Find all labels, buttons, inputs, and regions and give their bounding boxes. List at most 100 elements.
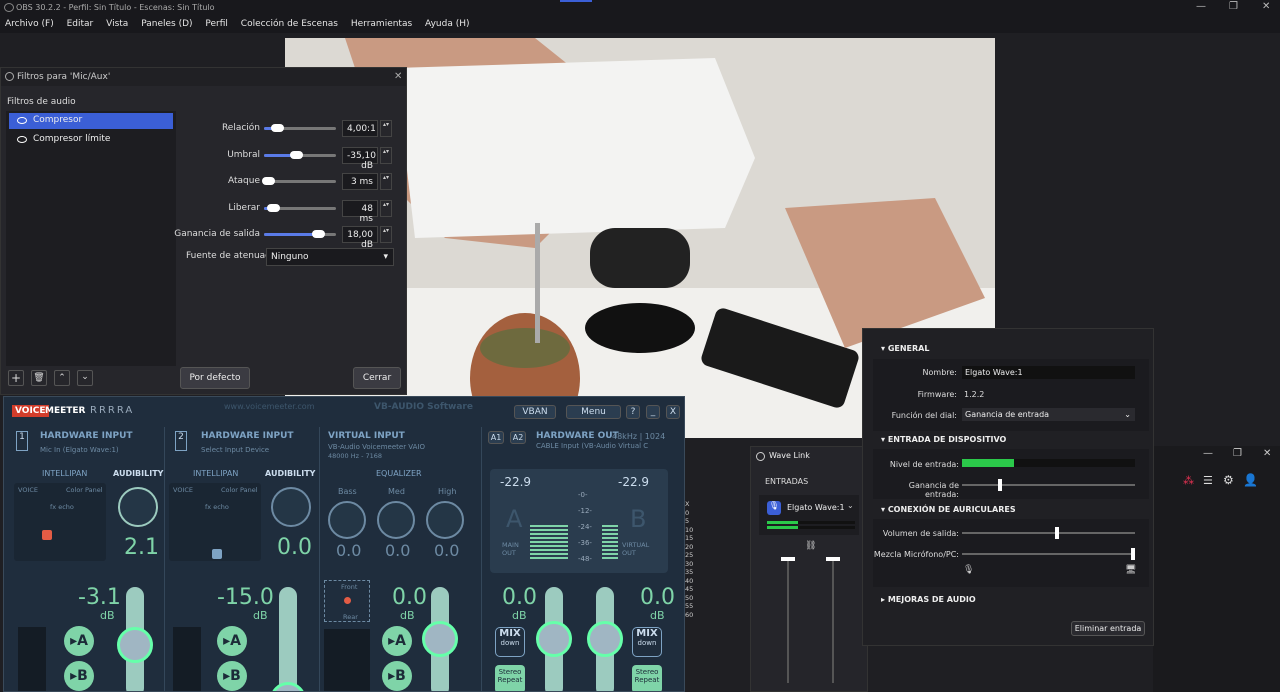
dial-function-select[interactable]: Ganancia de entrada ⌄ [962, 408, 1135, 421]
add-icon[interactable]: + [8, 370, 24, 386]
param-value[interactable]: 4,00:1 [342, 120, 378, 137]
strip-number[interactable]: 1 [16, 431, 28, 451]
slider-handle[interactable] [781, 557, 795, 561]
hwout-device[interactable]: CABLE Input (VB-Audio Virtual C [536, 442, 648, 450]
spin-arrows-icon[interactable]: ▴▾ [380, 226, 392, 243]
slider-handle[interactable] [290, 150, 304, 159]
menu-paneles[interactable]: Paneles (D) [136, 15, 197, 33]
high-knob[interactable] [426, 501, 464, 539]
chevron-up-icon[interactable]: ⌃ [54, 370, 70, 386]
bus-a-button[interactable]: ▸A [382, 626, 412, 656]
slider-handle[interactable] [312, 230, 325, 238]
audio-enhancements-section[interactable]: ▸ MEJORAS DE AUDIO [881, 595, 976, 604]
user-icon[interactable]: 👤 [1243, 473, 1258, 487]
strip-device[interactable]: Mic In (Elgato Wave:1) [40, 446, 119, 454]
param-slider[interactable] [261, 177, 336, 185]
input-channel[interactable]: 🎙 Elgato Wave:1 ⌄ [759, 495, 859, 535]
spin-arrows-icon[interactable]: ▴▾ [380, 199, 392, 217]
spin-arrows-icon[interactable]: ▴▾ [380, 173, 392, 190]
trash-icon[interactable]: 🗑 [31, 370, 47, 386]
param-slider[interactable] [264, 230, 336, 238]
param-slider[interactable] [264, 124, 336, 132]
minimize-button[interactable]: — [1196, 1, 1206, 12]
close-button[interactable]: X [666, 405, 680, 419]
headphones-section[interactable]: ▾ CONEXIÓN DE AURICULARES [881, 505, 1016, 514]
stereo-repeat-b-button[interactable]: Stereo Repeat [632, 665, 662, 691]
close-button[interactable]: ✕ [1262, 1, 1270, 12]
intellipan-pad[interactable]: VOICE Color Panel fx echo [169, 483, 261, 561]
attenuation-select[interactable]: Ninguno ▾ [266, 248, 394, 266]
help-button[interactable]: ? [626, 405, 640, 419]
close-button[interactable]: ✕ [1263, 448, 1271, 459]
param-value[interactable]: 18,00 dB [342, 226, 378, 250]
param-value[interactable]: -35,10 dB [342, 146, 378, 171]
pan-cursor[interactable] [42, 530, 52, 540]
menu-ayuda[interactable]: Ayuda (H) [420, 15, 474, 33]
spatial-pad[interactable]: Front Rear [324, 580, 370, 622]
spatial-cursor[interactable] [344, 597, 351, 604]
slider-handle[interactable] [261, 177, 275, 185]
a2-button[interactable]: A2 [510, 431, 526, 444]
input-gain-slider[interactable] [962, 479, 1135, 491]
param-slider[interactable] [264, 150, 336, 159]
fader-handle[interactable] [422, 621, 458, 657]
menu-editar[interactable]: Editar [62, 15, 99, 33]
audibility-knob[interactable] [118, 487, 158, 527]
slider-handle[interactable] [826, 557, 840, 561]
chevron-down-icon[interactable]: ⌄ [847, 501, 854, 510]
mixer-icon[interactable]: ☰ [1203, 474, 1213, 487]
default-button[interactable]: Por defecto [180, 367, 250, 389]
menu-button[interactable]: Menu [566, 405, 621, 419]
mic-pc-mix-slider[interactable] [962, 548, 1135, 560]
maximize-button[interactable]: ❐ [1229, 1, 1238, 12]
menu-vista[interactable]: Vista [101, 15, 133, 33]
a1-button[interactable]: A1 [488, 431, 504, 444]
remove-input-button[interactable]: Eliminar entrada [1071, 621, 1145, 636]
monitor-mix-slider[interactable] [787, 557, 789, 683]
minimize-button[interactable]: — [1203, 448, 1213, 459]
maximize-button[interactable]: ❐ [1233, 448, 1242, 459]
link-icon[interactable]: ⛓ [805, 541, 816, 551]
slider-handle[interactable] [1055, 527, 1060, 539]
slider-handle[interactable] [266, 203, 280, 212]
strip-device[interactable]: Select Input Device [201, 446, 269, 454]
menu-coleccion[interactable]: Colección de Escenas [236, 15, 343, 33]
spin-arrows-icon[interactable]: ▴▾ [380, 146, 392, 164]
menu-perfil[interactable]: Perfil [200, 15, 233, 33]
param-value[interactable]: 3 ms [342, 173, 378, 190]
mix-down-b-button[interactable]: MIX down [632, 627, 662, 657]
slider-handle[interactable] [998, 479, 1003, 491]
intellipan-pad[interactable]: VOICE Color Panel fx echo [14, 483, 106, 561]
stream-mix-slider[interactable] [832, 557, 834, 683]
bass-knob[interactable] [328, 501, 366, 539]
close-icon[interactable]: ✕ [394, 71, 402, 82]
close-dialog-button[interactable]: Cerrar [353, 367, 401, 389]
fader-handle[interactable] [536, 621, 572, 657]
name-field[interactable]: Elgato Wave:1 [962, 366, 1135, 379]
param-value[interactable]: 48 ms [342, 199, 378, 224]
output-volume-slider[interactable] [962, 527, 1135, 539]
fader-handle[interactable] [270, 682, 306, 691]
bus-b-button[interactable]: ▸B [382, 661, 412, 691]
pan-cursor[interactable] [212, 549, 222, 559]
gear-icon[interactable]: ⚙ [1223, 473, 1234, 487]
param-slider[interactable] [264, 203, 336, 212]
bus-b-button[interactable]: ▸B [217, 661, 247, 691]
stereo-repeat-a-button[interactable]: Stereo Repeat [495, 665, 525, 691]
general-section[interactable]: ▾ GENERAL [881, 344, 929, 353]
minimize-button[interactable]: _ [646, 405, 660, 419]
bus-b-button[interactable]: ▸B [64, 661, 94, 691]
med-knob[interactable] [377, 501, 415, 539]
bus-a-button[interactable]: ▸A [64, 626, 94, 656]
menu-herramientas[interactable]: Herramientas [346, 15, 417, 33]
apps-icon[interactable]: ⁂ [1183, 474, 1194, 487]
strip-number[interactable]: 2 [175, 431, 187, 451]
menu-archivo[interactable]: Archivo (F) [0, 15, 59, 33]
fader-handle[interactable] [587, 621, 623, 657]
spin-arrows-icon[interactable]: ▴▾ [380, 120, 392, 137]
audibility-knob[interactable] [271, 487, 311, 527]
bus-a-button[interactable]: ▸A [217, 626, 247, 656]
vban-button[interactable]: VBAN [514, 405, 556, 419]
slider-handle[interactable] [1131, 548, 1135, 560]
gain-fader[interactable] [279, 587, 297, 691]
